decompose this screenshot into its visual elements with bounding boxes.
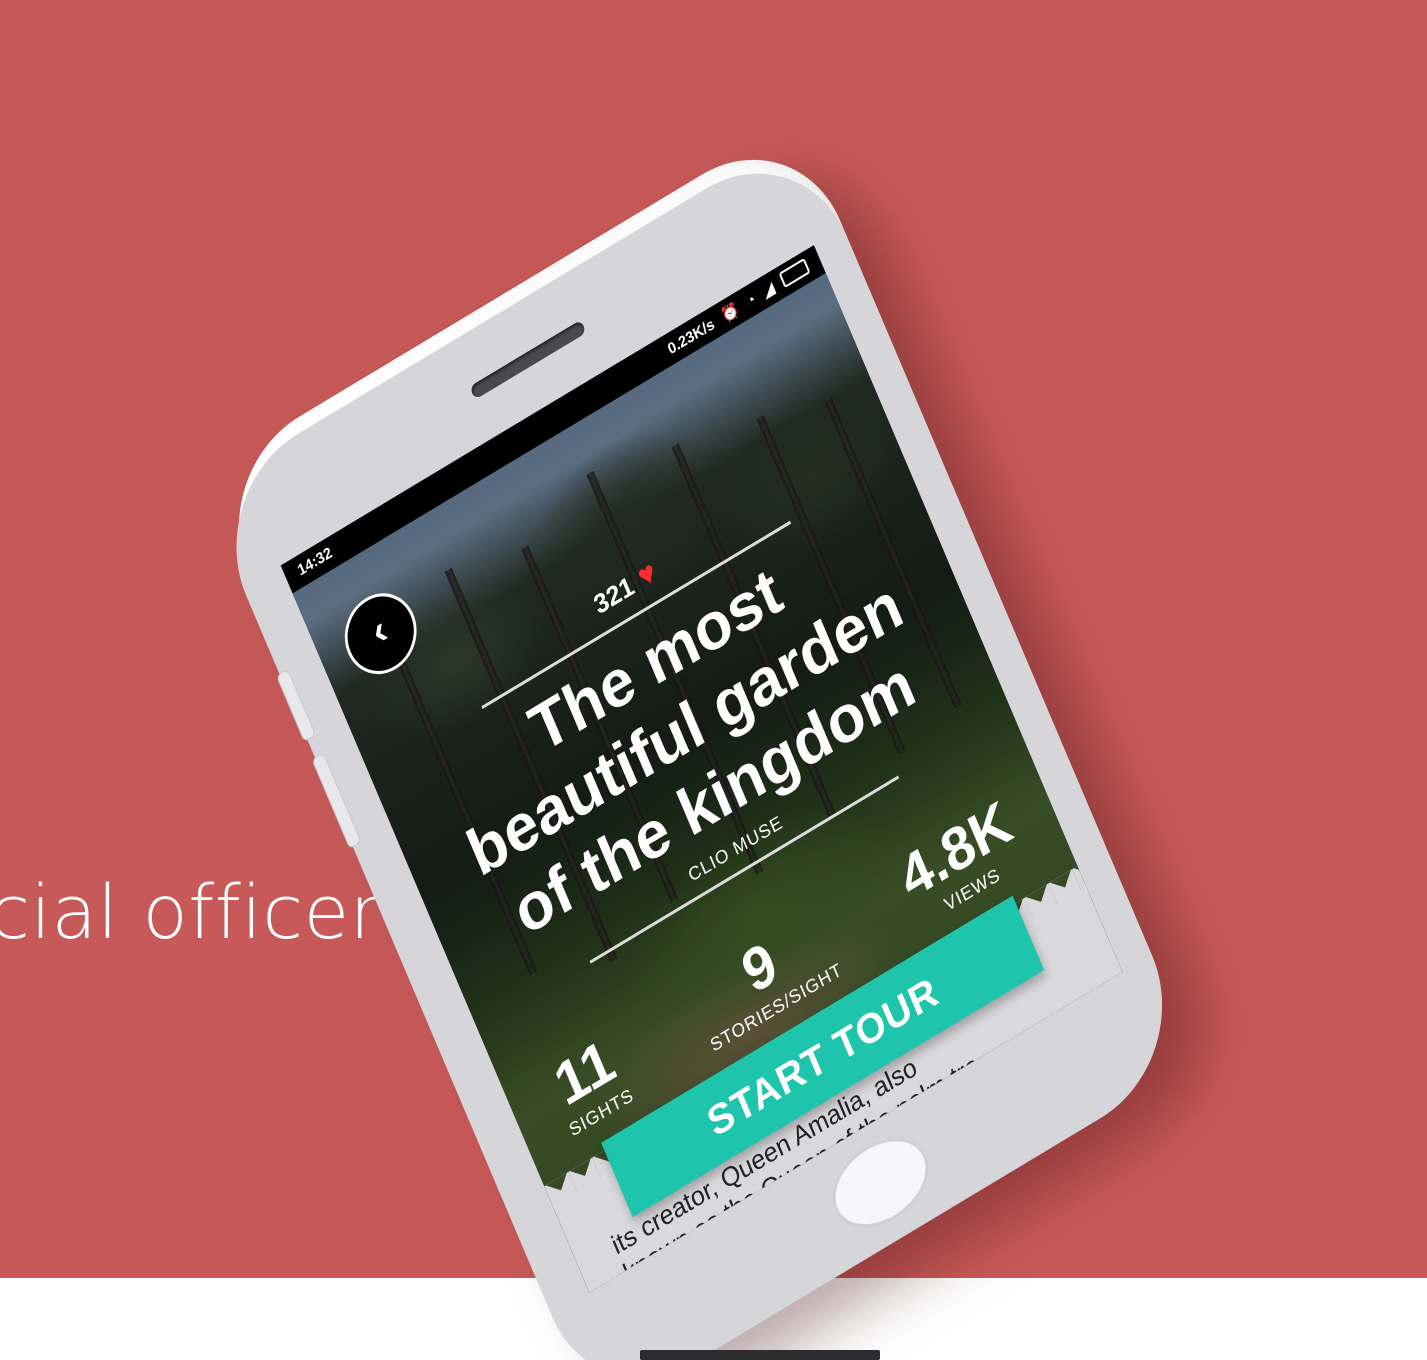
battery-icon (778, 257, 811, 289)
signal-icon: ◢ (760, 279, 777, 302)
wifi-icon: ◔ (743, 290, 759, 312)
page: rcial officer n 14:32 0.23K/s ⏰ (0, 0, 1427, 1360)
chevron-left-icon: ‹ (365, 607, 394, 655)
bottom-bar (640, 1350, 880, 1360)
heart-icon[interactable]: ♥ (633, 555, 661, 595)
alarm-icon: ⏰ (719, 300, 742, 327)
